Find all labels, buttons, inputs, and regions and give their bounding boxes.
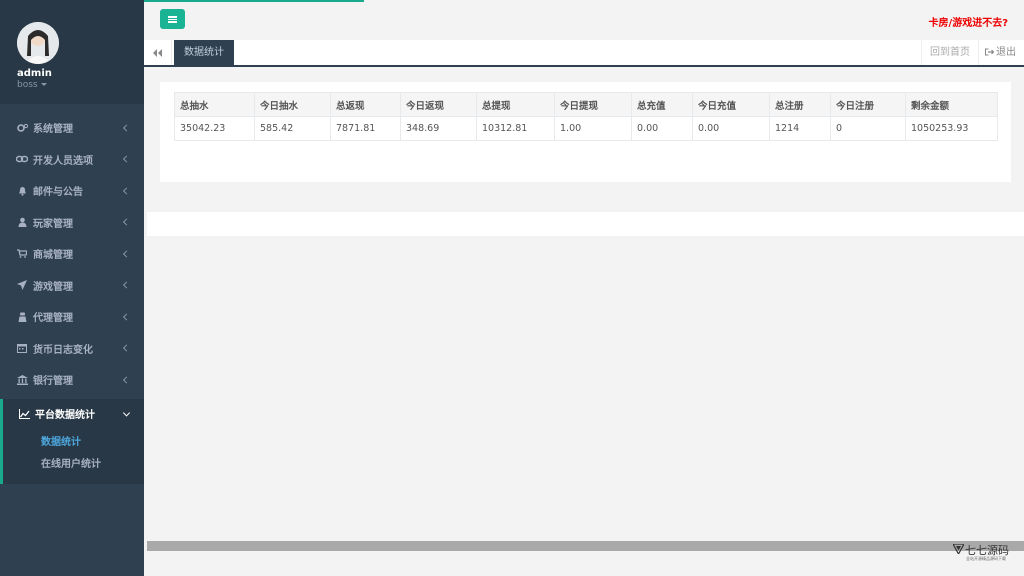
chevron-left-icon xyxy=(122,313,131,321)
sidebar-item-label: 玩家管理 xyxy=(33,218,73,230)
chevron-left-icon xyxy=(122,218,131,226)
sidebar-item-bank[interactable]: 银行管理 xyxy=(0,364,144,396)
chevron-left-icon xyxy=(122,344,131,352)
sidebar-item-label: 平台数据统计 xyxy=(35,410,95,421)
sidebar-item-label: 银行管理 xyxy=(33,376,73,388)
sidebar-item-label: 游戏管理 xyxy=(33,281,73,293)
chevron-down-icon xyxy=(122,408,131,417)
logout-icon xyxy=(985,48,995,56)
table-cell: 585.42 xyxy=(254,116,331,141)
column-header: 今日注册 xyxy=(830,92,906,117)
sidebar-item-developer[interactable]: 开发人员选项 xyxy=(0,144,144,176)
back-to-home-button[interactable]: 回到首页 xyxy=(921,40,978,65)
sidebar-item-games[interactable]: 游戏管理 xyxy=(0,270,144,302)
submenu-platform-stats: 数据统计 在线用户统计 xyxy=(0,428,144,484)
chevron-left-icon xyxy=(122,250,131,258)
bell-icon xyxy=(16,186,28,196)
table-cell: 0 xyxy=(830,116,906,141)
table-cell: 348.69 xyxy=(400,116,477,141)
chart-line-icon xyxy=(18,408,30,419)
hamburger-icon xyxy=(168,15,177,23)
table-cell: 10312.81 xyxy=(476,116,555,141)
column-header: 总返现 xyxy=(330,92,401,117)
page-loading-bar xyxy=(144,0,364,2)
logout-label: 退出 xyxy=(996,47,1016,58)
watermark-logo-icon xyxy=(953,544,964,554)
subitem-data-stats[interactable]: 数据统计 xyxy=(3,432,144,454)
avatar[interactable] xyxy=(17,22,59,64)
table-cell: 0.00 xyxy=(631,116,693,141)
user-icon xyxy=(16,217,28,228)
sidebar-item-platform-stats[interactable]: 平台数据统计 xyxy=(0,398,144,429)
stats-panel: 总抽水 今日抽水 总返现 今日返现 总提现 今日提现 总充值 今日充值 总注册 … xyxy=(160,82,1011,182)
table-cell: 0.00 xyxy=(692,116,770,141)
chevron-left-icon xyxy=(122,187,131,195)
menu-toggle-button[interactable] xyxy=(160,9,185,29)
double-chevron-left-icon xyxy=(153,48,162,57)
chevron-left-icon xyxy=(122,155,131,163)
column-header: 总抽水 xyxy=(174,92,255,117)
sidebar-item-currency-log[interactable]: 货币日志变化 xyxy=(0,333,144,365)
sidebar-item-label: 货币日志变化 xyxy=(33,344,93,356)
profile-panel: admin boss xyxy=(0,0,144,104)
calendar-icon xyxy=(16,343,28,354)
sidebar-item-mail[interactable]: 邮件与公告 xyxy=(0,175,144,207)
table-row: 35042.23 585.42 7871.81 348.69 10312.81 … xyxy=(174,116,998,141)
caret-down-icon xyxy=(40,83,47,86)
notice-link[interactable]: 卡房/游戏进不去? xyxy=(929,14,1008,29)
column-header: 今日充值 xyxy=(692,92,770,117)
rocket-icon xyxy=(16,280,28,291)
user-role-label: boss xyxy=(17,80,38,90)
stats-table: 总抽水 今日抽水 总返现 今日返现 总提现 今日提现 总充值 今日充值 总注册 … xyxy=(174,92,998,141)
column-header: 剩余金额 xyxy=(905,92,998,117)
sidebar-menu: 系统管理 开发人员选项 邮件与公告 玩家管理 商城管理 游戏管理 代理管理 货币… xyxy=(0,112,144,484)
table-cell: 1050253.93 xyxy=(905,116,998,141)
sidebar-item-label: 系统管理 xyxy=(33,124,73,136)
link-icon xyxy=(16,155,28,163)
column-header: 总注册 xyxy=(769,92,831,117)
sidebar: admin boss 系统管理 开发人员选项 邮件与公告 玩家管理 商城管理 游… xyxy=(0,0,144,576)
subitem-online-users[interactable]: 在线用户统计 xyxy=(3,454,144,476)
column-header: 总提现 xyxy=(476,92,555,117)
sidebar-item-label: 邮件与公告 xyxy=(33,187,83,199)
tab-data-stats[interactable]: 数据统计 xyxy=(174,40,234,65)
cogs-icon xyxy=(16,123,28,133)
table-cell: 7871.81 xyxy=(330,116,401,141)
bank-icon xyxy=(16,374,28,385)
column-header: 今日返现 xyxy=(400,92,477,117)
watermark-subtitle: 全站开源精品源码下载 xyxy=(966,556,1006,561)
logout-button[interactable]: 退出 xyxy=(978,40,1024,65)
sidebar-item-players[interactable]: 玩家管理 xyxy=(0,207,144,239)
user-role[interactable]: boss xyxy=(17,80,47,90)
tab-bar: 数据统计 回到首页 退出 xyxy=(144,40,1024,67)
sidebar-item-system[interactable]: 系统管理 xyxy=(0,112,144,144)
username: admin xyxy=(17,68,52,79)
sidebar-item-label: 商城管理 xyxy=(33,250,73,262)
column-header: 总充值 xyxy=(631,92,693,117)
watermark: 七七源码 全站开源精品源码下载 xyxy=(953,542,1013,566)
topbar: 卡房/游戏进不去? xyxy=(144,0,1024,40)
table-cell: 35042.23 xyxy=(174,116,255,141)
cart-icon xyxy=(16,249,28,259)
agent-icon xyxy=(16,312,28,322)
table-header-row: 总抽水 今日抽水 总返现 今日返现 总提现 今日提现 总充值 今日充值 总注册 … xyxy=(174,92,998,117)
content-footer-strip xyxy=(147,212,1024,236)
horizontal-scrollbar[interactable] xyxy=(147,541,1024,551)
tab-scroll-left-button[interactable] xyxy=(144,40,172,65)
table-cell: 1.00 xyxy=(554,116,632,141)
sidebar-item-label: 代理管理 xyxy=(33,313,73,325)
column-header: 今日提现 xyxy=(554,92,632,117)
column-header: 今日抽水 xyxy=(254,92,331,117)
chevron-left-icon xyxy=(122,124,131,132)
sidebar-item-agents[interactable]: 代理管理 xyxy=(0,301,144,333)
sidebar-item-shop[interactable]: 商城管理 xyxy=(0,238,144,270)
chevron-left-icon xyxy=(122,376,131,384)
sidebar-item-label: 开发人员选项 xyxy=(33,155,93,167)
chevron-left-icon xyxy=(122,281,131,289)
table-cell: 1214 xyxy=(769,116,831,141)
